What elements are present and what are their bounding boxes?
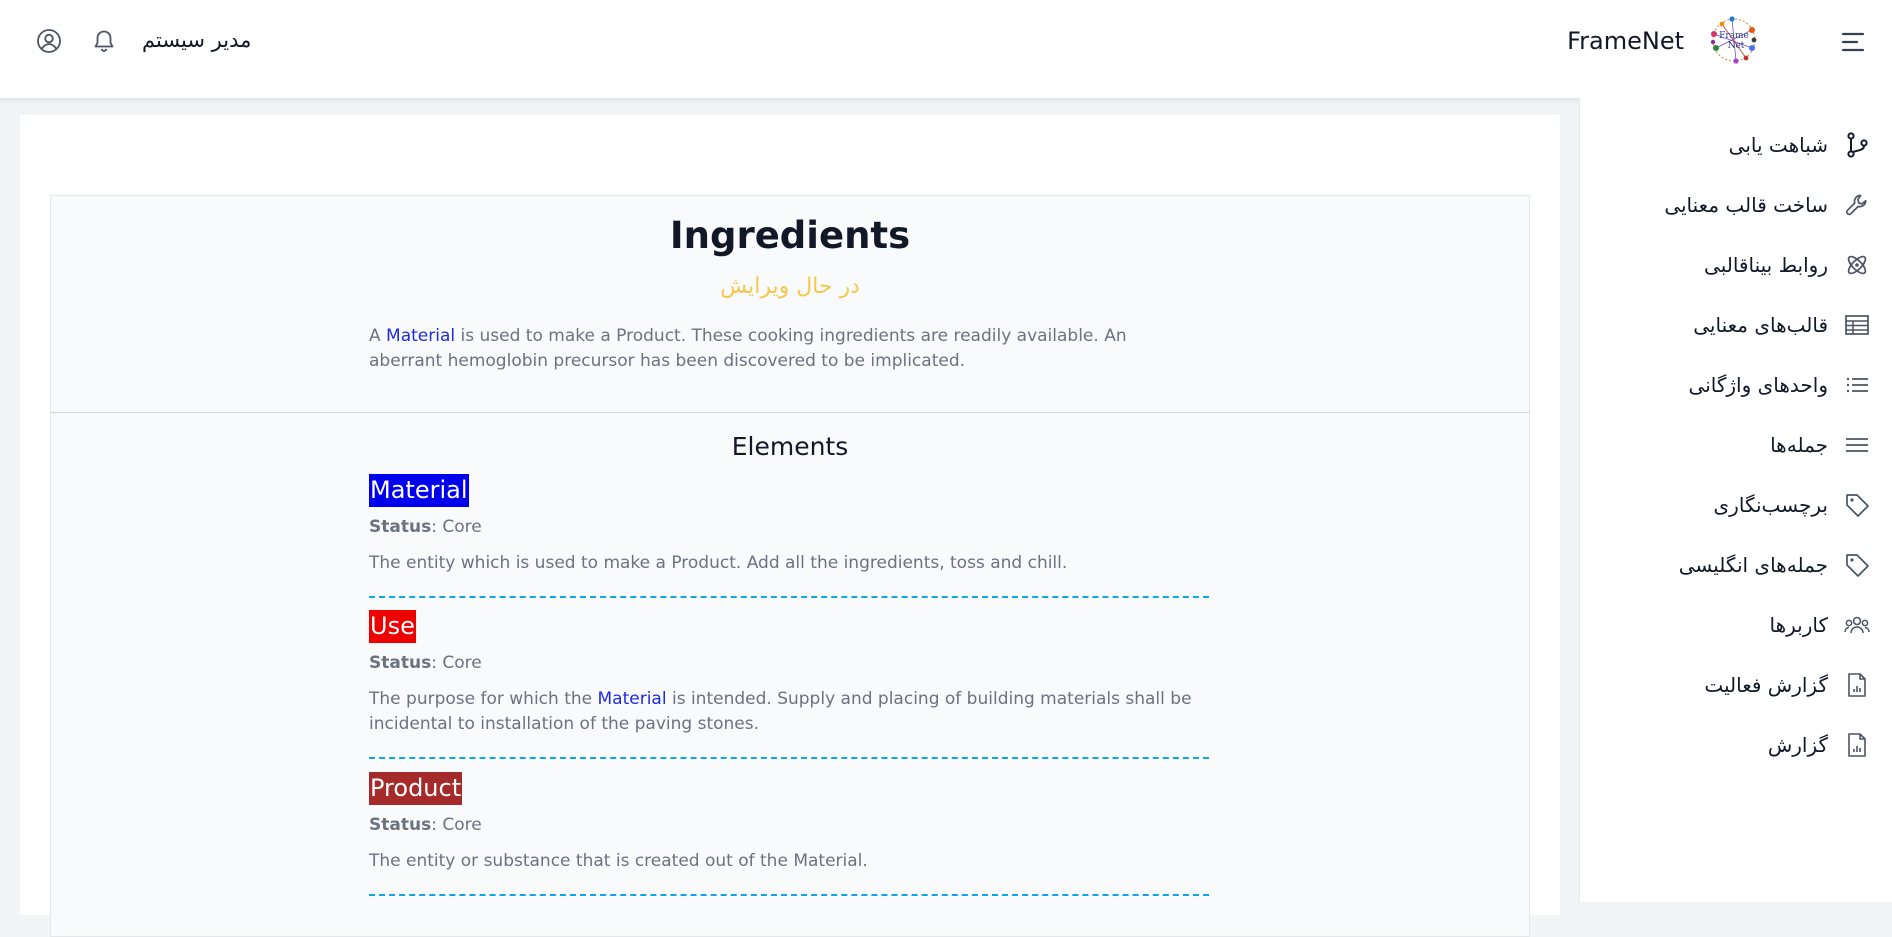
definition-text: The entity which is used to make a Produ…	[369, 553, 1068, 573]
element-separator	[369, 894, 1209, 896]
git-branch-icon	[1842, 130, 1872, 160]
fe-link-material[interactable]: Material	[598, 689, 667, 709]
users-icon	[1842, 610, 1872, 640]
sidebar-item-activity-report[interactable]: گزارش فعالیت	[1592, 665, 1872, 705]
sidebar-item-label: گزارش فعالیت	[1704, 673, 1828, 697]
tag-icon	[1842, 550, 1872, 580]
frame-card: Ingredients در حال ویرایش A Material is …	[50, 195, 1530, 937]
sidebar-item-label: جمله‌های انگلیسی	[1678, 553, 1828, 577]
section-divider	[51, 412, 1529, 413]
svg-text:Frame: Frame	[1719, 31, 1749, 41]
element-definition: The entity or substance that is created …	[369, 849, 1209, 874]
framenet-logo[interactable]: Frame Net	[1702, 14, 1766, 66]
frame-definition: A Material is used to make a Product. Th…	[369, 324, 1159, 374]
sidebar-item-lexical-units[interactable]: واحدهای واژگانی	[1592, 365, 1872, 405]
wrench-icon	[1842, 190, 1872, 220]
sidebar-item-label: گزارش	[1767, 733, 1828, 757]
atom-icon	[1842, 250, 1872, 280]
frame-element-product: Product Status: Core The entity or subst…	[369, 772, 1209, 874]
top-header: Frame Net FrameNet مدیر سیستم	[0, 0, 1892, 99]
sidebar-item-label: قالب‌های معنایی	[1693, 313, 1828, 337]
definition-text: A	[369, 326, 387, 346]
sidebar-item-similarity[interactable]: شباهت یابی	[1592, 125, 1872, 165]
main-content: Ingredients در حال ویرایش A Material is …	[20, 115, 1560, 937]
sidebar-item-label: روابط بیناقالبی	[1704, 253, 1828, 277]
sidebar-item-users[interactable]: کاربرها	[1592, 605, 1872, 645]
element-status: Status: Core	[369, 653, 1209, 673]
element-name-badge: Use	[369, 610, 416, 643]
list-icon	[1842, 370, 1872, 400]
element-name-badge: Material	[369, 474, 469, 507]
status-value: : Core	[431, 653, 482, 673]
element-separator	[369, 596, 1209, 598]
table-icon	[1842, 310, 1872, 340]
sidebar-item-label: شباهت یابی	[1728, 133, 1828, 157]
brand-name[interactable]: FrameNet	[1567, 27, 1684, 55]
fe-link-material[interactable]: Material	[386, 326, 455, 346]
sidebar-item-label: واحدهای واژگانی	[1688, 373, 1828, 397]
sidebar-item-label: کاربرها	[1769, 613, 1828, 637]
user-avatar-icon[interactable]	[36, 28, 62, 54]
sidebar-item-report[interactable]: گزارش	[1592, 725, 1872, 765]
status-value: : Core	[431, 815, 482, 835]
status-label: Status	[369, 517, 432, 537]
svg-text:Net: Net	[1728, 41, 1745, 51]
notification-bell-icon[interactable]	[91, 28, 117, 54]
definition-text: The entity or substance that is created …	[369, 851, 868, 871]
frame-title: Ingredients	[669, 214, 911, 257]
element-status: Status: Core	[369, 815, 1209, 835]
elements-heading: Elements	[731, 432, 849, 461]
status-value: : Core	[431, 517, 482, 537]
sidebar-nav: شباهت یابی ساخت قالب معنایی روابط بیناقا…	[1579, 98, 1892, 902]
element-status: Status: Core	[369, 517, 1209, 537]
sidebar-item-label: ساخت قالب معنایی	[1664, 193, 1828, 217]
sidebar-item-frames[interactable]: قالب‌های معنایی	[1592, 305, 1872, 345]
definition-text: The purpose for which the	[369, 689, 598, 709]
definition-text: is used to make a Product. These cooking…	[369, 326, 1127, 371]
sidebar-item-english-sentences[interactable]: جمله‌های انگلیسی	[1592, 545, 1872, 585]
status-label: Status	[369, 653, 432, 673]
sidebar-item-label: جمله‌ها	[1770, 433, 1828, 457]
status-label: Status	[369, 815, 432, 835]
menu-toggle-icon[interactable]	[1840, 29, 1866, 55]
sidebar-item-create-frame[interactable]: ساخت قالب معنایی	[1592, 185, 1872, 225]
element-name-badge: Product	[369, 772, 463, 805]
user-name[interactable]: مدیر سیستم	[142, 28, 251, 52]
report-icon	[1842, 670, 1872, 700]
element-definition: The entity which is used to make a Produ…	[369, 551, 1209, 576]
sidebar-item-sentences[interactable]: جمله‌ها	[1592, 425, 1872, 465]
tag-icon	[1842, 490, 1872, 520]
element-separator	[369, 757, 1209, 759]
lines-icon	[1842, 430, 1872, 460]
element-definition: The purpose for which the Material is in…	[369, 687, 1209, 737]
frame-element-use: Use Status: Core The purpose for which t…	[369, 610, 1209, 737]
frame-status: در حال ویرایش	[720, 274, 860, 299]
sidebar-item-frame-relations[interactable]: روابط بیناقالبی	[1592, 245, 1872, 285]
report-icon	[1842, 730, 1872, 760]
frame-element-material: Material Status: Core The entity which i…	[369, 474, 1209, 576]
sidebar-item-label: برچسب‌نگاری	[1713, 493, 1828, 517]
sidebar-item-annotation[interactable]: برچسب‌نگاری	[1592, 485, 1872, 525]
